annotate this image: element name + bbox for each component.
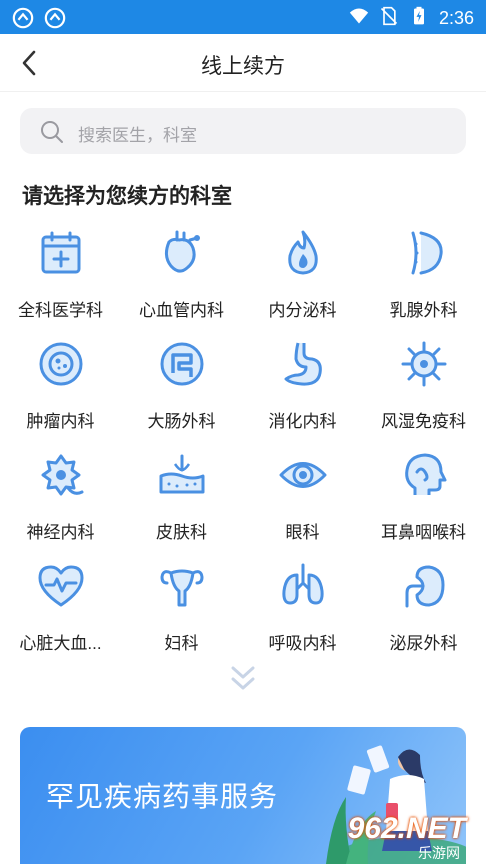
app-notification-icon: [44, 7, 66, 34]
department-label: 眼科: [285, 523, 320, 542]
intestine-icon: [160, 342, 204, 386]
virus-icon: [401, 341, 447, 387]
department-general[interactable]: 全科医学科: [0, 220, 121, 330]
department-respiratory[interactable]: 呼吸内科: [242, 553, 363, 663]
department-label: 耳鼻咽喉科: [381, 523, 466, 542]
nav-bar: 线上续方: [0, 34, 486, 92]
department-ophthalmology[interactable]: 眼科: [242, 442, 363, 552]
search-input[interactable]: 搜索医生，科室: [20, 108, 466, 154]
department-label: 乳腺外科: [389, 301, 458, 320]
site-watermark-subtitle: 乐游网: [418, 845, 460, 861]
head-profile-icon: [405, 453, 447, 495]
department-label: 心脏大血...: [19, 634, 102, 653]
department-ent[interactable]: 耳鼻咽喉科: [363, 442, 484, 552]
department-label: 妇科: [164, 634, 199, 653]
expand-more-icon[interactable]: [229, 664, 257, 694]
flame-drop-icon: [288, 230, 318, 275]
search-placeholder: 搜索医生，科室: [78, 126, 197, 145]
app-notification-icon: [12, 7, 34, 34]
department-label: 大肠外科: [147, 412, 216, 431]
department-colorectal[interactable]: 大肠外科: [121, 331, 242, 441]
department-endocrinology[interactable]: 内分泌科: [242, 220, 363, 330]
status-bar: 2:36: [0, 0, 486, 34]
department-gastro[interactable]: 消化内科: [242, 331, 363, 441]
department-label: 消化内科: [268, 412, 337, 431]
heart-pulse-icon: [38, 565, 84, 607]
department-dermatology[interactable]: 皮肤科: [121, 442, 242, 552]
lungs-icon: [282, 563, 324, 605]
section-title: 请选择为您续方的科室: [22, 185, 232, 208]
heart-organ-icon: [164, 230, 200, 273]
site-watermark-logo: 962.NET: [347, 812, 466, 845]
eye-icon: [279, 462, 327, 488]
kidney-icon: [405, 565, 445, 608]
department-label: 神经内科: [26, 523, 95, 542]
uterus-icon: [160, 569, 204, 607]
skin-icon: [159, 454, 205, 494]
neuron-icon: [41, 454, 84, 496]
breast-icon: [411, 231, 443, 275]
department-breast-surgery[interactable]: 乳腺外科: [363, 220, 484, 330]
department-oncology[interactable]: 肿瘤内科: [0, 331, 121, 441]
department-urology[interactable]: 泌尿外科: [363, 553, 484, 663]
department-label: 全科医学科: [18, 301, 103, 320]
cell-icon: [39, 342, 83, 386]
department-label: 肿瘤内科: [26, 412, 95, 431]
battery-icon: [409, 6, 429, 31]
department-label: 泌尿外科: [389, 634, 458, 653]
clock-time: 2:36: [438, 8, 474, 28]
department-label: 心血管内科: [139, 301, 224, 320]
stomach-icon: [284, 342, 322, 386]
banner-title: 罕见疾病药事服务: [46, 781, 279, 812]
department-label: 皮肤科: [156, 523, 207, 542]
department-label: 风湿免疫科: [381, 412, 466, 431]
department-rheumatology[interactable]: 风湿免疫科: [363, 331, 484, 441]
department-cardiology[interactable]: 心血管内科: [121, 220, 242, 330]
wifi-icon: [349, 6, 369, 31]
department-label: 内分泌科: [268, 301, 337, 320]
department-label: 呼吸内科: [268, 634, 337, 653]
department-neurology[interactable]: 神经内科: [0, 442, 121, 552]
no-sim-icon: [379, 6, 399, 31]
calendar-plus-icon: [41, 231, 81, 274]
department-cardiovascular[interactable]: 心脏大血...: [0, 553, 121, 663]
department-gynecology[interactable]: 妇科: [121, 553, 242, 663]
page-title: 线上续方: [201, 55, 285, 78]
